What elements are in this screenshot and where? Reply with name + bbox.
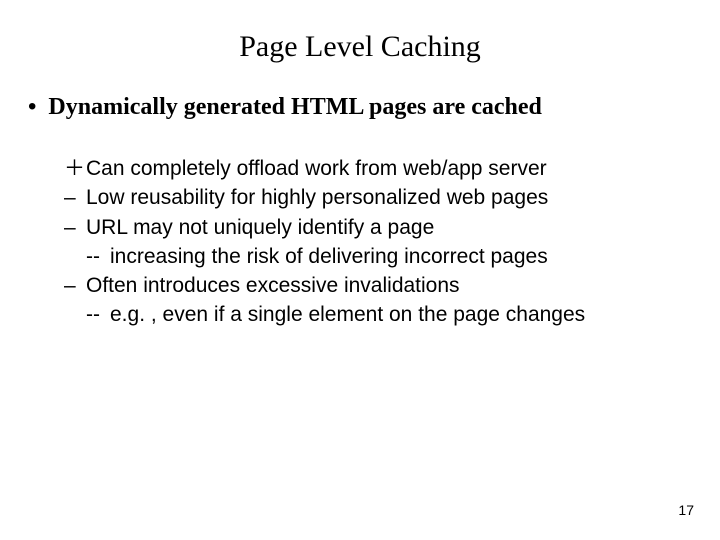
bullet-dot-icon: • — [28, 94, 36, 121]
page-number: 17 — [678, 502, 694, 518]
main-bullet: • Dynamically generated HTML pages are c… — [0, 94, 720, 121]
list-item: – URL may not uniquely identify a page — [64, 214, 720, 241]
list-item-sub: -- e.g. , even if a single element on th… — [64, 301, 720, 328]
dash-icon: -- — [86, 301, 110, 328]
list-item-text: Can completely offload work from web/app… — [86, 155, 547, 182]
list-item: ＋ Can completely offload work from web/a… — [64, 155, 720, 182]
dash-icon: -- — [86, 243, 110, 270]
list-item-text: URL may not uniquely identify a page — [86, 214, 434, 241]
minus-icon: – — [64, 214, 86, 241]
list-item: – Low reusability for highly personalize… — [64, 184, 720, 211]
minus-icon: – — [64, 184, 86, 211]
sub-list: ＋ Can completely offload work from web/a… — [0, 155, 720, 329]
slide-title: Page Level Caching — [0, 0, 720, 94]
list-item-text: Low reusability for highly personalized … — [86, 184, 548, 211]
list-item-text: Often introduces excessive invalidations — [86, 272, 460, 299]
list-item-sub: -- increasing the risk of delivering inc… — [64, 243, 720, 270]
list-item-sub-text: e.g. , even if a single element on the p… — [110, 301, 585, 328]
plus-icon: ＋ — [64, 155, 86, 182]
list-item-sub-text: increasing the risk of delivering incorr… — [110, 243, 548, 270]
minus-icon: – — [64, 272, 86, 299]
main-bullet-text: Dynamically generated HTML pages are cac… — [48, 94, 542, 121]
list-item: – Often introduces excessive invalidatio… — [64, 272, 720, 299]
